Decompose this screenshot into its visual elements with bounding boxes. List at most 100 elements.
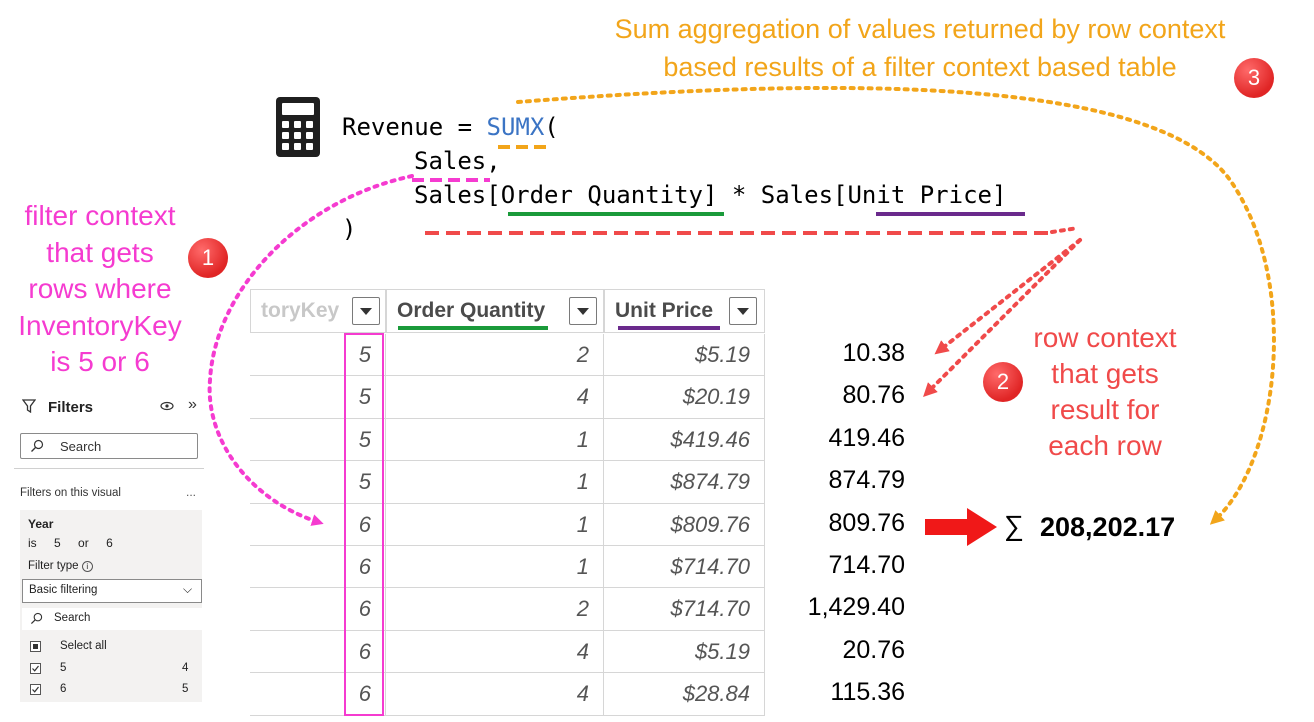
table-row: 6 4 $5.19	[250, 630, 765, 674]
dax-code-line4: )	[342, 215, 357, 243]
aggregation-note: Sum aggregation of values returned by ro…	[540, 10, 1300, 86]
cell-inventorykey: 6	[250, 588, 386, 630]
row-note-line4: each row	[1048, 430, 1162, 461]
row-result-value: 80.76	[842, 381, 905, 410]
measure-name: Revenue =	[342, 113, 487, 141]
condition-value-2: 6	[106, 536, 113, 550]
table-row: 6 2 $714.70	[250, 588, 765, 631]
table-row: 6 1 $714.70	[250, 546, 765, 589]
row-context-arrow-stem	[1050, 226, 1080, 234]
step-badge-3: 3	[1234, 58, 1274, 98]
cell-unit-price: $5.19	[604, 334, 765, 376]
column-header-order-quantity[interactable]: Order Quantity	[386, 289, 604, 333]
table-row: 6 1 $809.76	[250, 503, 765, 546]
cell-unit-price: $28.84	[604, 673, 765, 715]
table-row: 5 4 $20.19	[250, 376, 765, 419]
row-result-value: 115.36	[830, 678, 905, 707]
step-badge-2: 2	[983, 362, 1023, 402]
order-quantity-dropdown-icon[interactable]	[569, 297, 597, 325]
column-header-inventorykey-label: toryKey	[261, 299, 340, 322]
filter-note-line1: filter context	[24, 200, 176, 231]
row-result-value: 714.70	[828, 551, 905, 579]
filter-type-select[interactable]: Basic filtering ⌵	[22, 579, 202, 603]
row-result-value: 874.79	[828, 466, 905, 495]
cell-unit-price: $419.46	[604, 418, 765, 461]
dax-code-line3: Sales[Order Quantity] * Sales[Unit Price…	[414, 181, 1007, 209]
row-note-line1: row context	[1033, 322, 1177, 353]
cell-inventorykey: 6	[250, 630, 386, 673]
cell-order-quantity: 2	[386, 334, 604, 376]
filter-type-value: Basic filtering	[29, 584, 98, 596]
cell-inventorykey: 5	[250, 376, 386, 418]
cell-unit-price: $714.70	[604, 546, 765, 588]
filter-type-text: Filter type	[28, 560, 79, 572]
table-row: 5 1 $874.79	[250, 461, 765, 504]
select-all-checkbox[interactable]	[30, 641, 41, 652]
filter-field-name: Year	[28, 517, 54, 531]
dax-code-line2: Sales,	[414, 147, 501, 175]
cell-order-quantity: 4	[386, 376, 604, 418]
row-result-value: 20.76	[842, 635, 905, 664]
filters-search-input[interactable]: Search	[20, 433, 198, 459]
select-all-label: Select all	[60, 640, 107, 652]
eye-icon[interactable]	[159, 399, 175, 416]
inventorykey-dropdown-icon[interactable]	[352, 297, 380, 325]
value-6-checkbox[interactable]	[30, 684, 41, 695]
cell-unit-price: $5.19	[604, 630, 765, 673]
search-placeholder: Search	[60, 439, 102, 454]
calculator-icon	[276, 97, 320, 157]
info-icon: i	[81, 561, 93, 572]
cell-order-quantity: 1	[386, 503, 604, 545]
search-icon	[30, 612, 43, 625]
cell-unit-price: $874.79	[604, 461, 765, 503]
table-row: 5 1 $419.46	[250, 418, 765, 462]
year-filter-card: Year is 5 or 6 Filter type i Basic filte…	[20, 510, 202, 702]
filter-values-search-input[interactable]: Search	[22, 608, 202, 630]
cell-inventorykey: 5	[250, 334, 386, 376]
cell-order-quantity: 1	[386, 546, 604, 588]
cell-unit-price: $20.19	[604, 376, 765, 418]
filter-note-line4: InventoryKey	[18, 309, 182, 341]
filter-condition: is 5 or 6	[28, 536, 113, 550]
cell-inventorykey: 5	[250, 418, 386, 461]
row-result-value: 419.46	[828, 423, 905, 452]
filter-note-line2: that gets	[46, 236, 154, 268]
filter-funnel-icon	[21, 399, 37, 417]
value-5-checkbox[interactable]	[30, 663, 41, 674]
sumx-function: SUMX	[486, 113, 545, 141]
total-value: 208,202.17	[1040, 512, 1176, 542]
search-icon	[31, 439, 44, 452]
row-context-note: row context that gets result for each ro…	[1015, 320, 1195, 464]
table-row: 6 4 $28.84	[250, 673, 765, 716]
cell-order-quantity: 2	[386, 588, 604, 630]
value-5-count: 4	[182, 662, 189, 674]
row-result-value: 1,429.40	[807, 593, 905, 622]
cell-order-quantity: 4	[386, 673, 604, 715]
cell-order-quantity: 1	[386, 418, 604, 461]
step-badge-1: 1	[188, 238, 228, 278]
value-6-count: 5	[182, 683, 189, 695]
cell-unit-price: $714.70	[604, 588, 765, 630]
collapse-pane-icon[interactable]: »	[188, 396, 197, 414]
condition-is: is	[28, 536, 37, 550]
more-options-icon[interactable]: ...	[186, 485, 196, 499]
filters-title: Filters	[48, 399, 94, 416]
unit-price-dropdown-icon[interactable]	[729, 297, 757, 325]
cell-unit-price: $809.76	[604, 503, 765, 545]
column-header-inventorykey[interactable]: toryKey	[250, 289, 386, 333]
condition-or: or	[78, 536, 89, 550]
row-result-value: 809.76	[828, 508, 905, 537]
row-note-line3: result for	[1050, 394, 1160, 425]
value-5-label: 5	[60, 662, 67, 674]
column-header-unit-price[interactable]: Unit Price	[604, 289, 765, 333]
aggregation-note-line2: based results of a filter context based …	[663, 52, 1177, 82]
cell-inventorykey: 5	[250, 461, 386, 503]
filter-context-note: filter context that gets rows where Inve…	[0, 198, 200, 381]
total-arrow-icon	[925, 508, 997, 546]
column-header-unit-price-label: Unit Price	[615, 299, 714, 322]
cell-inventorykey: 6	[250, 546, 386, 588]
chevron-down-icon: ⌵	[183, 582, 193, 596]
value-6-label: 6	[60, 683, 67, 695]
row-result-value: 10.38	[842, 339, 905, 367]
sigma-icon: ∑	[1004, 510, 1024, 541]
